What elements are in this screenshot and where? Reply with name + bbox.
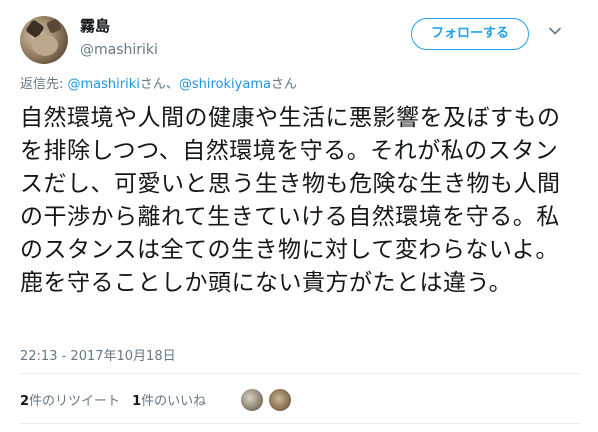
user-names[interactable]: 霧島 @mashiriki [80,16,158,60]
like-label: 件のいいね [141,394,207,409]
avatar[interactable] [20,16,68,64]
tweet-stats: 2件のリツイート 1件のいいね [20,390,206,409]
follow-button[interactable]: フォローする [411,18,529,50]
divider [20,373,580,374]
liker-avatar[interactable] [240,388,264,412]
user-handle[interactable]: @mashiriki [80,40,158,60]
reply-prefix: 返信先: [20,77,68,92]
mention-link[interactable]: @shirokiyama [179,77,271,92]
mention-link[interactable]: @mashiriki [68,77,140,92]
display-name[interactable]: 霧島 [80,16,158,36]
reply-context: 返信先: @mashirikiさん、@shirokiyamaさん [20,76,297,94]
tweet-timestamp[interactable]: 22:13 - 2017年10月18日 [20,345,176,364]
retweet-stat[interactable]: 2件のリツイート [20,394,120,409]
divider [20,423,580,424]
chevron-down-icon[interactable] [548,24,562,38]
reply-suffix: さん [270,77,297,92]
like-stat[interactable]: 1件のいいね [132,394,206,409]
like-count: 1 [132,394,142,409]
liker-avatar[interactable] [268,388,292,412]
tweet-text: 自然環境や人間の健康や生活に悪影響を及ぼすものを排除しつつ、自然環境を守る。それ… [20,105,561,296]
retweet-count: 2 [20,394,30,409]
tweet-card: 霧島 @mashiriki フォローする 返信先: @mashirikiさん、@… [0,0,598,432]
reply-suffix: さん、 [139,77,179,92]
retweet-label: 件のリツイート [29,394,121,409]
